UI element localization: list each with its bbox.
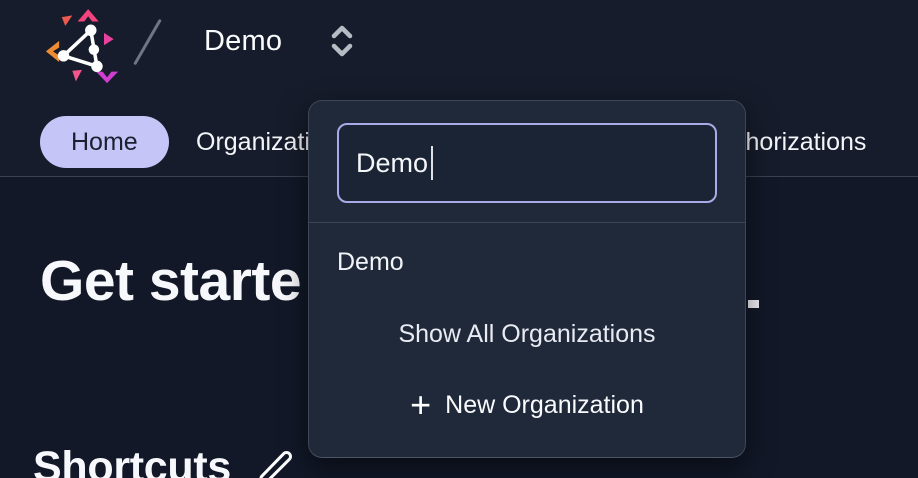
org-switcher[interactable]: Demo xyxy=(204,24,354,58)
org-list-item-demo[interactable]: Demo xyxy=(337,247,404,277)
edit-pencil-icon[interactable] xyxy=(255,449,295,478)
logo-arrow-upper-left xyxy=(62,15,73,26)
new-organization-label: New Organization xyxy=(445,391,644,420)
plus-icon: + xyxy=(410,388,431,422)
logo-arrow-bottom-right xyxy=(96,72,118,83)
breadcrumb-slash xyxy=(133,19,162,66)
shortcuts-title: Shortcuts xyxy=(33,443,231,478)
app-screen: Demo Home Organizations Authorizations G… xyxy=(0,0,918,478)
chevron-up-down-icon xyxy=(330,24,354,58)
logo-arrow-top xyxy=(78,9,99,21)
org-switcher-label: Demo xyxy=(204,25,282,58)
page-title: Get starte xyxy=(40,248,301,314)
logo-arrow-left xyxy=(46,41,59,62)
org-dropdown-panel: Demo Demo Show All Organizations + New O… xyxy=(308,100,746,458)
text-caret xyxy=(431,146,433,180)
heading-clipped-fragment xyxy=(748,300,759,308)
shortcuts-section: Shortcuts xyxy=(33,443,295,478)
tab-home[interactable]: Home xyxy=(40,116,169,168)
show-all-organizations-button[interactable]: Show All Organizations xyxy=(309,319,745,349)
new-organization-button[interactable]: + New Organization xyxy=(309,388,745,422)
logo-arrow-right xyxy=(104,33,114,45)
tab-home-label: Home xyxy=(71,128,138,157)
dropdown-divider xyxy=(309,222,745,223)
app-logo-icon[interactable] xyxy=(38,3,126,91)
org-search-value: Demo xyxy=(356,148,428,179)
logo-arrow-bottom xyxy=(72,70,82,81)
org-search-input[interactable]: Demo xyxy=(337,123,717,203)
